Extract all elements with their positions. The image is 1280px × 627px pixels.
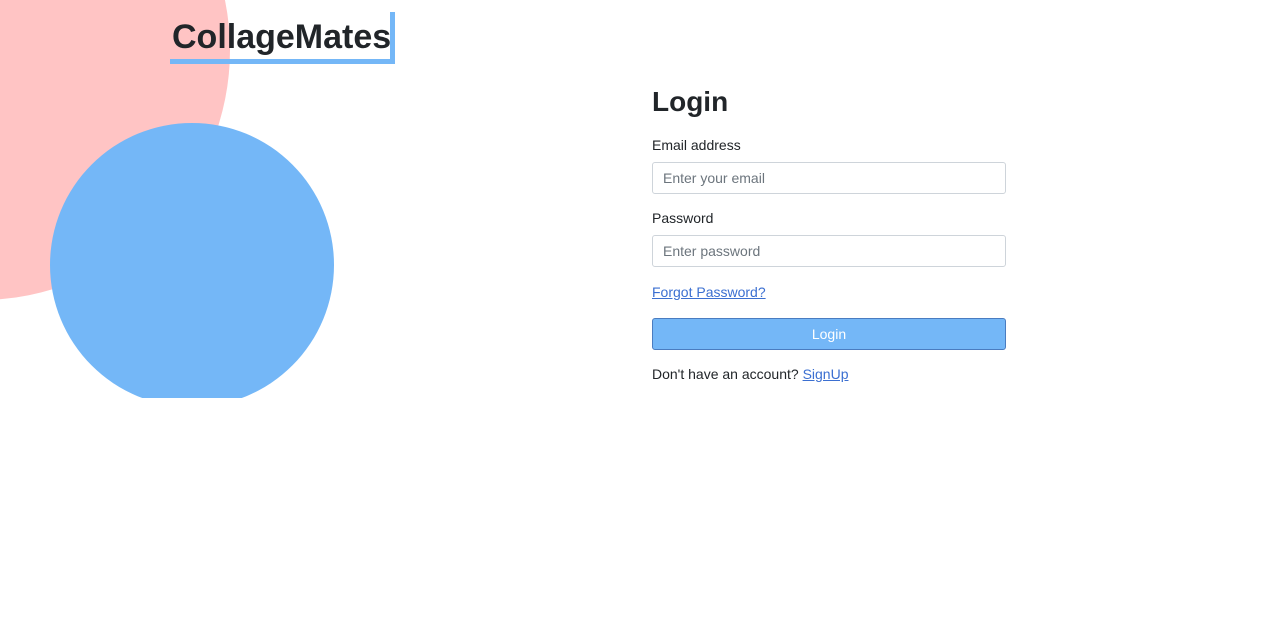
brand-logo: CollageMates [170, 12, 395, 64]
signup-link[interactable]: SignUp [803, 366, 849, 382]
page-title: Login [652, 86, 729, 117]
email-label: Email address [652, 137, 741, 153]
signup-row: Don't have an account? SignUp [652, 366, 1006, 382]
forgot-password-link[interactable]: Forgot Password? [652, 284, 766, 300]
password-field[interactable] [652, 235, 1006, 267]
login-button[interactable]: Login [652, 318, 1006, 350]
no-account-text: Don't have an account? [652, 366, 799, 382]
email-field[interactable] [652, 162, 1006, 194]
login-page: CollageMates Login Email address Passwor… [0, 0, 1280, 627]
password-label: Password [652, 210, 714, 226]
login-form: Login Email address Password Forgot Pass… [652, 80, 1006, 382]
decorative-blue-circle [50, 123, 334, 398]
